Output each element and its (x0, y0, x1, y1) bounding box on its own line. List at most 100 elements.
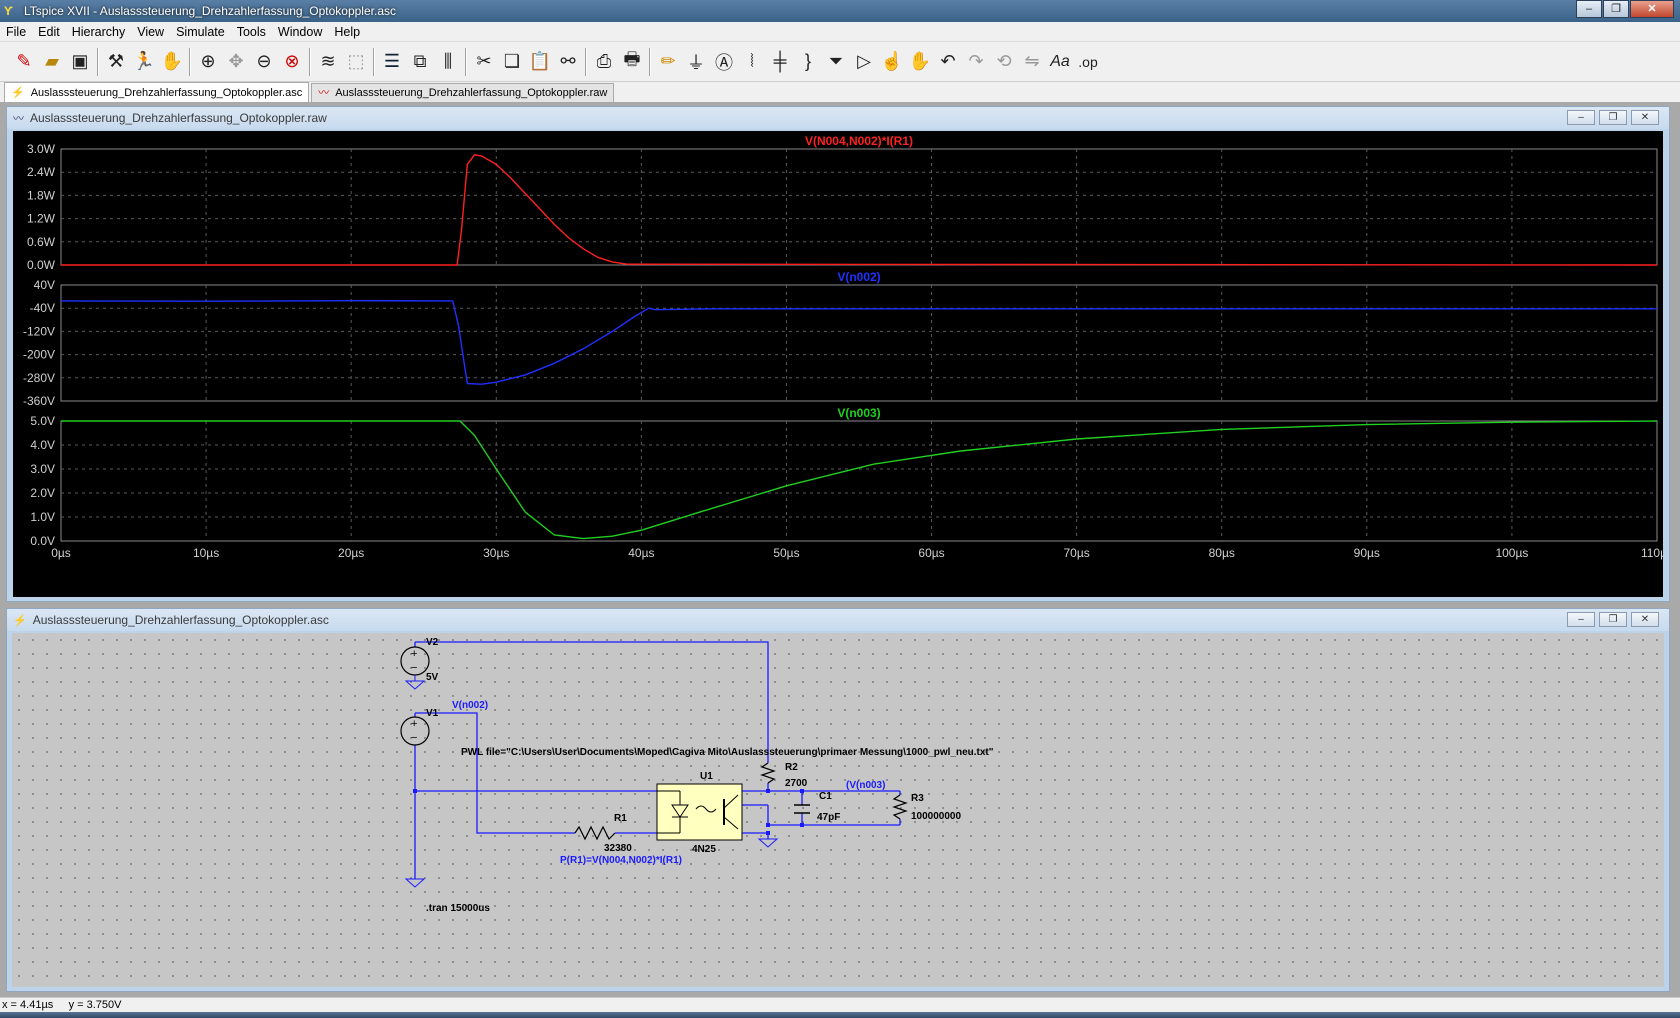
tile-horizontal-icon[interactable]: ☰ (378, 47, 406, 77)
control-panel-hammer-icon[interactable]: ⚒ (102, 47, 130, 77)
save-icon[interactable]: ▣ (66, 47, 94, 77)
ground-icon[interactable] (757, 838, 779, 848)
menu-edit[interactable]: Edit (32, 25, 66, 39)
close-button[interactable]: ✕ (1630, 0, 1674, 18)
tab-waveform[interactable]: 〰 Auslasssteuerung_Drehzahlerfassung_Opt… (311, 83, 615, 102)
status-bar: x = 4.41µs y = 3.750V (0, 997, 1680, 1012)
new-schematic-icon[interactable]: ✎ (10, 47, 38, 77)
ground-icon[interactable] (404, 878, 426, 888)
halt-hand-icon[interactable]: ✋ (158, 47, 186, 77)
capacitor-icon[interactable]: ╪ (766, 47, 794, 77)
r1-power-expression[interactable]: P(R1)=V(N004,N002)*I(R1) (560, 855, 682, 866)
cut-icon[interactable]: ✂ (470, 47, 498, 77)
autorange-icon[interactable]: ≋ (314, 47, 342, 77)
zoom-out-icon[interactable]: ⊖ (250, 47, 278, 77)
x-tick-label: 80µs (1209, 546, 1235, 560)
v1-label[interactable]: V1 (426, 708, 439, 719)
tile-vertical-icon[interactable]: ⫼ (434, 47, 462, 77)
drag-hand-icon[interactable]: ✋ (906, 47, 934, 77)
r3-value[interactable]: 100000000 (911, 811, 961, 822)
taskbar (0, 1012, 1680, 1018)
menu-bar: File Edit Hierarchy View Simulate Tools … (0, 22, 1680, 42)
menu-simulate[interactable]: Simulate (170, 25, 231, 39)
menu-help[interactable]: Help (328, 25, 366, 39)
schematic-icon: ⚡ (11, 86, 25, 99)
pwl-value[interactable]: PWL file="C:\Users\User\Documents\Moped\… (461, 747, 994, 758)
print-setup-icon[interactable]: ⎙ (590, 47, 618, 77)
waveform-plot-area[interactable]: 3.0W 2.4W 1.8W 1.2W 0.6W 0.0W V(N004,N002)*I(R… (13, 131, 1673, 597)
r1-value[interactable]: 32380 (604, 843, 632, 854)
u1-label[interactable]: U1 (700, 771, 713, 782)
cascade-icon[interactable]: ⧉ (406, 47, 434, 77)
resistor-r2[interactable] (760, 762, 776, 784)
pan-icon[interactable]: ✥ (222, 47, 250, 77)
component-icon[interactable]: ▷ (850, 47, 878, 77)
ground-icon[interactable]: ⏚ (682, 47, 710, 77)
waveform-plots[interactable]: 3.0W 2.4W 1.8W 1.2W 0.6W 0.0W V(N004,N002)*I(R… (13, 131, 1673, 597)
schematic-window: ⚡ Auslasssteuerung_Drehzahlerfassung_Opt… (6, 608, 1670, 992)
move-hand-icon[interactable]: ☝ (878, 47, 906, 77)
tab-schematic[interactable]: ⚡ Auslasssteuerung_Drehzahlerfassung_Opt… (4, 82, 310, 102)
resistor-icon[interactable]: ⦚ (738, 47, 766, 77)
r2-label[interactable]: R2 (785, 762, 798, 773)
zoom-in-icon[interactable]: ⊕ (194, 47, 222, 77)
minimize-button[interactable]: – (1567, 110, 1595, 125)
c1-label[interactable]: C1 (819, 791, 832, 802)
undo-icon[interactable]: ↶ (934, 47, 962, 77)
schematic-drawing[interactable]: + − + − V2 5V V1 V(n002) PWL file="C:\Us… (12, 633, 1664, 987)
schematic-canvas[interactable]: + − + − V2 5V V1 V(n002) PWL file="C:\Us… (12, 633, 1664, 987)
restore-button[interactable]: ❐ (1599, 110, 1627, 125)
voltage-source-v1[interactable]: + − (400, 716, 430, 746)
r2-value[interactable]: 2700 (785, 778, 808, 789)
trace-line (61, 154, 1658, 266)
restore-button[interactable]: ❐ (1599, 612, 1627, 627)
run-icon[interactable]: 🏃 (130, 47, 158, 77)
v2-label[interactable]: V2 (426, 637, 439, 648)
menu-tools[interactable]: Tools (231, 25, 272, 39)
optocoupler-u1[interactable] (656, 783, 743, 841)
diode-icon[interactable]: ⏷ (822, 47, 850, 77)
c1-value[interactable]: 47pF (817, 812, 840, 823)
y-tick-label: 4.0V (30, 438, 55, 452)
schematic-window-title: Auslasssteuerung_Drehzahlerfassung_Optok… (32, 613, 329, 627)
capacitor-c1[interactable] (794, 804, 810, 814)
x-tick-label: 30µs (483, 546, 509, 560)
voltage-source-v2[interactable]: + − (400, 646, 430, 690)
menu-window[interactable]: Window (272, 25, 328, 39)
trace-line (60, 299, 1657, 385)
zoom-back-icon[interactable]: ⬚ (342, 47, 370, 77)
minimize-button[interactable]: – (1567, 612, 1595, 627)
menu-hierarchy[interactable]: Hierarchy (66, 25, 132, 39)
redo-icon[interactable]: ↷ (962, 47, 990, 77)
wire (415, 712, 575, 834)
open-folder-icon[interactable]: ▰ (38, 47, 66, 77)
copy-icon[interactable]: ❏ (498, 47, 526, 77)
r3-label[interactable]: R3 (911, 793, 924, 804)
label-net-icon[interactable]: Ⓐ (710, 47, 738, 77)
rotate-icon[interactable]: ⟲ (990, 47, 1018, 77)
c1-net-label[interactable]: (V(n003) (846, 780, 885, 791)
r1-label[interactable]: R1 (614, 813, 627, 824)
menu-file[interactable]: File (0, 25, 32, 39)
v1-net-label[interactable]: V(n002) (452, 700, 488, 711)
v2-value[interactable]: 5V (426, 672, 439, 683)
menu-view[interactable]: View (131, 25, 170, 39)
paste-icon[interactable]: 📋 (526, 47, 554, 77)
text-icon[interactable]: Aa (1046, 47, 1074, 77)
spice-directive-icon[interactable]: .op (1074, 47, 1102, 77)
maximize-button[interactable]: ❐ (1603, 0, 1629, 18)
close-button[interactable]: ✕ (1631, 110, 1659, 125)
print-icon[interactable]: 🖶 (618, 47, 646, 77)
zoom-fit-icon[interactable]: ⊗ (278, 47, 306, 77)
close-button[interactable]: ✕ (1631, 612, 1659, 627)
mirror-icon[interactable]: ⇋ (1018, 47, 1046, 77)
tran-directive[interactable]: .tran 15000us (426, 903, 490, 914)
resistor-r1[interactable] (574, 825, 616, 841)
draw-wire-pencil-icon[interactable]: ✏ (654, 47, 682, 77)
resistor-r3[interactable] (892, 794, 908, 820)
u1-part[interactable]: 4N25 (692, 844, 716, 855)
minimize-button[interactable]: – (1576, 0, 1602, 18)
find-binoculars-icon[interactable]: ⚯ (554, 47, 582, 77)
inductor-icon[interactable]: } (794, 47, 822, 77)
y-tick-label: 0.0W (27, 258, 56, 272)
